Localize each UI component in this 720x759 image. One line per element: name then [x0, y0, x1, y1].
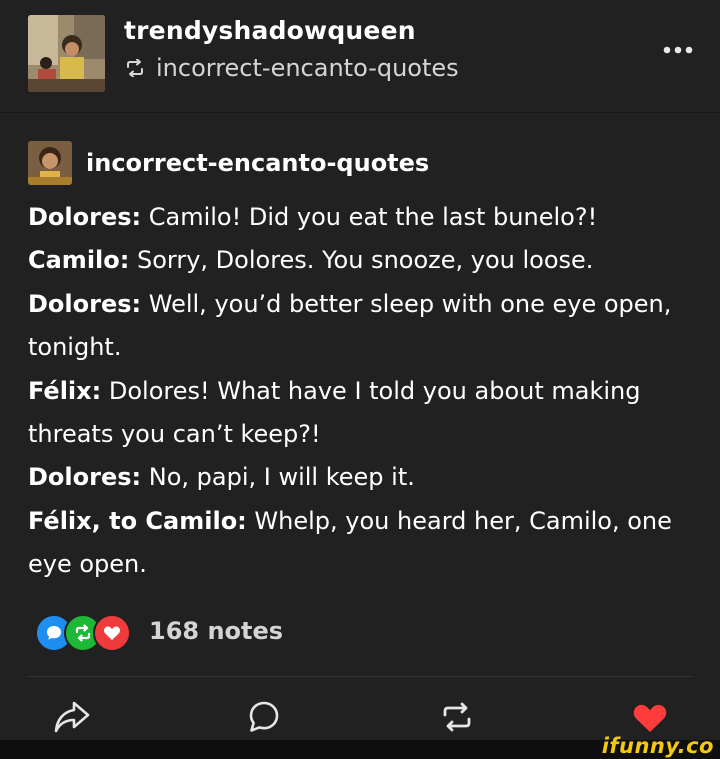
post-body: Dolores: Camilo! Did you eat the last bu…	[28, 196, 696, 587]
like-button[interactable]	[632, 702, 668, 738]
source-blog-name[interactable]: incorrect-encanto-quotes	[86, 149, 429, 177]
dialogue-line: Dolores: Well, you’d better sleep with o…	[28, 283, 696, 326]
reblogged-from[interactable]: incorrect-encanto-quotes	[124, 54, 459, 82]
post-header: trendyshadowqueen incorrect-encanto-quot…	[0, 0, 720, 112]
speaker: Félix, to Camilo:	[28, 506, 247, 535]
speaker: Camilo:	[28, 246, 130, 275]
dialogue-text: Whelp, you heard her, Camilo, one	[246, 506, 672, 535]
notes-summary[interactable]: 168 notes	[35, 611, 283, 652]
dialogue-line: Dolores: No, papi, I will keep it.	[28, 456, 696, 499]
comment-icon	[249, 701, 279, 732]
footer-divider	[28, 676, 692, 677]
reblog-icon	[127, 59, 143, 77]
user-avatar[interactable]	[28, 15, 105, 92]
reblog-icon	[443, 702, 471, 732]
speaker: Félix:	[28, 376, 102, 405]
dialogue-text: Dolores! What have I told you about maki…	[101, 376, 641, 405]
dialogue-line: Félix, to Camilo: Whelp, you heard her, …	[28, 500, 696, 543]
notes-count[interactable]: 168 notes	[149, 617, 283, 645]
notes-bubbles	[35, 611, 133, 652]
dialogue-text: tonight.	[28, 333, 122, 362]
dialogue-line: tonight.	[28, 326, 696, 369]
dialogue-text: threats you can’t keep?!	[28, 420, 321, 449]
dialogue-text: No, papi, I will keep it.	[141, 463, 415, 492]
dialogue-text: Sorry, Dolores. You snooze, you loose.	[129, 246, 594, 275]
reblogged-from-name: incorrect-encanto-quotes	[156, 54, 459, 82]
watermark-logo: ifunny.co	[601, 734, 714, 758]
dialogue-text: Camilo! Did you eat the last bunelo?!	[141, 203, 598, 231]
share-button[interactable]	[53, 700, 91, 738]
post-source[interactable]: incorrect-encanto-quotes	[28, 140, 429, 186]
dialogue-line: Félix: Dolores! What have I told you abo…	[28, 370, 696, 413]
dialogue-text: eye open.	[28, 550, 147, 579]
speaker: Dolores:	[28, 463, 142, 492]
like-bubble-icon	[93, 614, 131, 652]
blog-avatar[interactable]	[28, 141, 72, 185]
header-divider	[0, 112, 720, 113]
dialogue-line: Dolores: Camilo! Did you eat the last bu…	[28, 196, 696, 239]
dialogue-line: eye open.	[28, 543, 696, 586]
more-options-button[interactable]	[662, 40, 694, 59]
dialogue-text: Well, you’d better sleep with one eye op…	[141, 289, 672, 318]
like-icon	[633, 704, 667, 732]
comment-button[interactable]	[247, 700, 281, 738]
blog-avatar-image	[28, 141, 72, 185]
user-avatar-image	[28, 15, 105, 92]
speaker: Dolores:	[28, 203, 142, 231]
speaker: Dolores:	[28, 289, 142, 318]
reblog-button[interactable]	[439, 700, 475, 738]
username[interactable]: trendyshadowqueen	[124, 16, 416, 45]
dialogue-line: threats you can’t keep?!	[28, 413, 696, 456]
dialogue-line: Camilo: Sorry, Dolores. You snooze, you …	[28, 239, 696, 282]
share-icon	[54, 701, 90, 733]
more-options-icon	[663, 46, 693, 54]
